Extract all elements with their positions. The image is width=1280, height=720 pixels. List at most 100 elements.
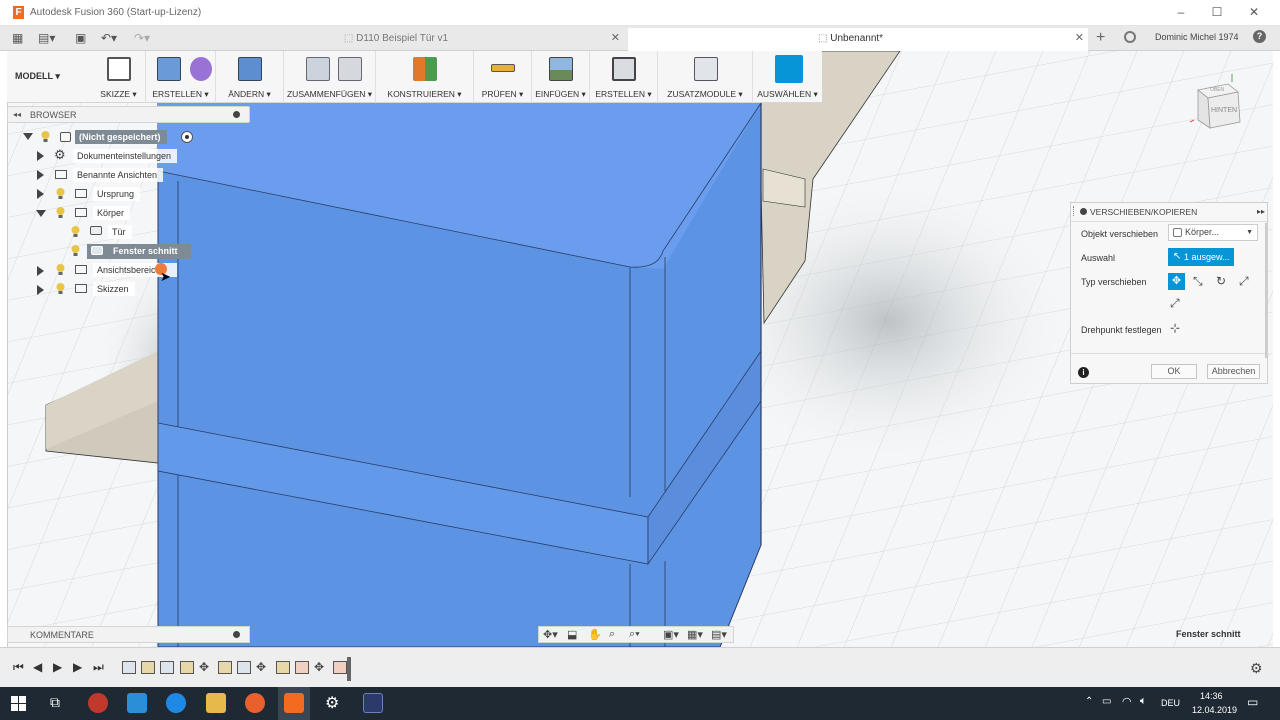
- timeline-feature-icon[interactable]: [276, 661, 290, 674]
- toolbar-assemble[interactable]: ZUSAMMENFÜGEN ▾: [284, 51, 376, 103]
- expand-dialog-icon[interactable]: ▸▸: [1257, 207, 1265, 216]
- settings-gear-icon[interactable]: ⚙: [325, 693, 339, 713]
- drag-handle[interactable]: [1073, 206, 1076, 216]
- expand-triangle-icon[interactable]: [37, 151, 44, 161]
- data-panel-grid-icon[interactable]: ▦: [12, 31, 23, 45]
- tree-item-window-cut-body[interactable]: Fenster schnitt: [109, 244, 184, 258]
- viewcube-face-top[interactable]: OBEN: [1210, 87, 1225, 93]
- timeline-feature-icon[interactable]: [237, 661, 251, 674]
- pivot-icon[interactable]: ⊹: [1170, 321, 1180, 335]
- grid-settings-icon[interactable]: ▦▾: [687, 628, 703, 641]
- translate-icon[interactable]: ⤡: [1193, 274, 1203, 289]
- free-move-icon[interactable]: ✥: [1168, 273, 1185, 290]
- volume-icon[interactable]: 🔈︎: [1140, 695, 1147, 708]
- visibility-bulb-icon[interactable]: [71, 245, 80, 256]
- zoom-icon[interactable]: ⌕: [609, 628, 615, 641]
- toolbar-construct[interactable]: KONSTRUIEREN ▾: [376, 51, 474, 103]
- save-icon[interactable]: ▣: [75, 31, 86, 45]
- timeline-feature-icon[interactable]: [122, 661, 136, 674]
- point-to-point-icon[interactable]: ⤢: [1239, 274, 1249, 289]
- tab-d110-beispiel[interactable]: ⬚ D110 Beispiel Tür v1 ✕: [160, 28, 626, 51]
- timeline-feature-icon[interactable]: [160, 661, 174, 674]
- language-indicator[interactable]: DEU: [1161, 698, 1180, 708]
- timeline-previous-icon[interactable]: ◀: [33, 660, 42, 674]
- expand-triangle-icon[interactable]: [37, 285, 44, 295]
- close-tab-icon[interactable]: ✕: [611, 28, 620, 49]
- timeline-first-icon[interactable]: ⏮: [13, 660, 24, 675]
- cancel-button[interactable]: Abbrechen: [1207, 364, 1260, 379]
- timeline-feature-icon[interactable]: [333, 661, 347, 674]
- minimize-button[interactable]: –: [1172, 4, 1190, 20]
- tree-item-bodies[interactable]: Körper: [93, 206, 131, 220]
- timeline-move-icon[interactable]: ✥: [199, 660, 209, 674]
- visibility-bulb-icon[interactable]: [56, 188, 65, 199]
- visibility-bulb-icon[interactable]: [56, 207, 65, 218]
- tree-item-named-views[interactable]: Benannte Ansichten: [73, 168, 164, 182]
- viewports-icon[interactable]: ▤▾: [711, 628, 727, 641]
- close-window-button[interactable]: ✕: [1245, 4, 1263, 20]
- point-to-position-icon[interactable]: ⤢: [1170, 296, 1180, 311]
- browser-panel-header[interactable]: ◂◂ BROWSER: [7, 106, 250, 123]
- new-tab-icon[interactable]: +: [1096, 29, 1105, 47]
- timeline-move-icon[interactable]: ✥: [256, 660, 266, 674]
- undo-icon[interactable]: ↶▾: [101, 31, 117, 45]
- view-cube[interactable]: HINTEN OBEN: [1188, 72, 1246, 132]
- timeline-last-icon[interactable]: ⏭: [93, 660, 104, 675]
- comments-panel[interactable]: KOMMENTARE: [7, 626, 250, 643]
- fit-zoom-icon[interactable]: ⌕▾: [629, 628, 640, 641]
- tree-item-sketches[interactable]: Skizzen: [93, 282, 135, 296]
- timeline-feature-icon[interactable]: [180, 661, 194, 674]
- timeline-marker[interactable]: [347, 657, 351, 681]
- app-icon-red[interactable]: [88, 693, 108, 713]
- tree-item-origin[interactable]: Ursprung: [93, 187, 141, 201]
- expand-triangle-icon[interactable]: [37, 266, 44, 276]
- toolbar-make[interactable]: ERSTELLEN ▾: [590, 51, 658, 103]
- look-at-icon[interactable]: ⬓: [567, 628, 577, 641]
- object-type-select[interactable]: Körper... ▼: [1168, 224, 1258, 241]
- close-tab-icon[interactable]: ✕: [1075, 28, 1084, 49]
- collapse-browser-icon[interactable]: ◂◂: [13, 110, 21, 119]
- app-icon-dark[interactable]: [363, 693, 383, 713]
- file-menu-icon[interactable]: ▤▾: [38, 31, 55, 45]
- fusion-taskbar-icon[interactable]: [284, 693, 304, 713]
- clock-time[interactable]: 14:36: [1200, 691, 1223, 701]
- visibility-bulb-icon[interactable]: [71, 226, 80, 237]
- app-icon-blue[interactable]: [166, 693, 186, 713]
- network-icon[interactable]: ◠: [1122, 695, 1132, 708]
- activate-radio-icon[interactable]: [181, 131, 193, 143]
- job-status-icon[interactable]: [1124, 31, 1136, 43]
- timeline-next-icon[interactable]: ▶: [73, 660, 82, 674]
- firefox-icon[interactable]: [245, 693, 265, 713]
- notifications-icon[interactable]: ▭: [1247, 695, 1258, 709]
- tab-unbenannt[interactable]: ⬚ Unbenannt* ✕: [628, 28, 1088, 51]
- windows-start-icon[interactable]: [11, 696, 26, 711]
- pan-hand-icon[interactable]: ✋: [588, 628, 602, 641]
- toolbar-addins[interactable]: ZUSATZMODULE ▾: [658, 51, 753, 103]
- visibility-bulb-icon[interactable]: [56, 283, 65, 294]
- timeline-settings-icon[interactable]: ⚙: [1250, 660, 1263, 677]
- timeline-play-icon[interactable]: ▶: [53, 660, 62, 674]
- tree-item-document-settings[interactable]: Dokumenteinstellungen: [73, 149, 178, 163]
- visibility-bulb-icon[interactable]: [56, 264, 65, 275]
- dialog-scrollbar[interactable]: [1265, 223, 1267, 358]
- dialog-pin-icon[interactable]: [1080, 208, 1087, 215]
- workspace-switcher[interactable]: MODELL ▾: [15, 71, 60, 82]
- comments-pin-icon[interactable]: [233, 631, 240, 638]
- collapse-triangle-icon[interactable]: [23, 133, 33, 140]
- tray-chevron-icon[interactable]: ⌃: [1085, 696, 1093, 707]
- expand-triangle-icon[interactable]: [37, 189, 44, 199]
- redo-icon[interactable]: ↷▾: [134, 31, 150, 45]
- toolbar-modify[interactable]: ÄNDERN ▾: [216, 51, 284, 103]
- expand-triangle-icon[interactable]: [37, 170, 44, 180]
- rotate-icon[interactable]: ↻: [1216, 274, 1226, 288]
- visibility-bulb-icon[interactable]: [41, 131, 50, 142]
- tree-item-door-body[interactable]: Tür: [108, 225, 132, 239]
- app-icon-c[interactable]: [127, 693, 147, 713]
- toolbar-create[interactable]: ERSTELLEN ▾: [146, 51, 216, 103]
- toolbar-select[interactable]: AUSWÄHLEN ▾: [753, 51, 822, 103]
- timeline-feature-icon[interactable]: [295, 661, 309, 674]
- timeline-move-icon[interactable]: ✥: [314, 660, 324, 674]
- task-view-icon[interactable]: ⧉: [50, 694, 60, 711]
- timeline-feature-icon[interactable]: [218, 661, 232, 674]
- timeline-feature-icon[interactable]: [141, 661, 155, 674]
